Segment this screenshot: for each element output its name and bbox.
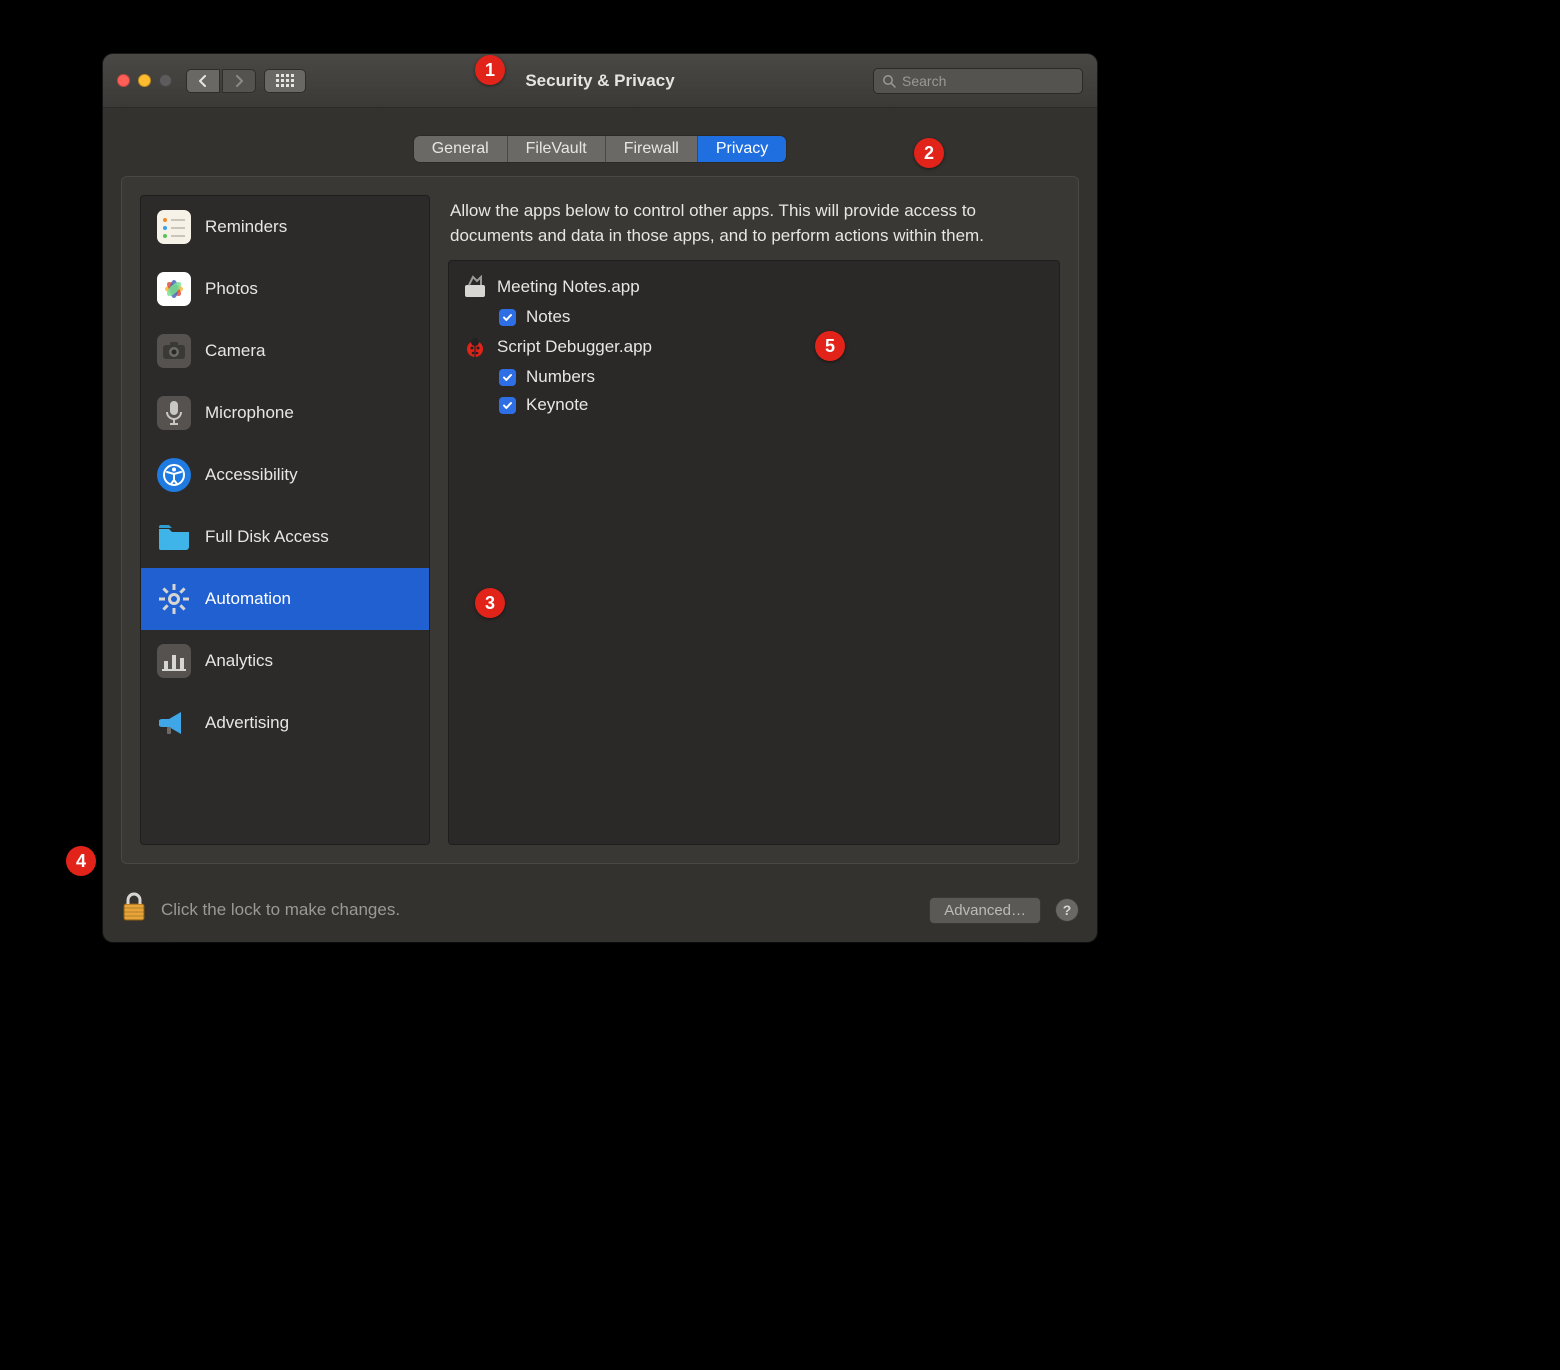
permission-row[interactable]: Keynote [463, 391, 1045, 419]
panel-description: Allow the apps below to control other ap… [448, 195, 1060, 248]
sidebar-item-camera[interactable]: Camera [141, 320, 429, 382]
lock-icon[interactable] [121, 892, 147, 929]
search-input[interactable] [902, 73, 1074, 89]
script-app-icon [463, 275, 487, 299]
app-permission-list[interactable]: Meeting Notes.app Notes Script Debugger.ap… [448, 260, 1060, 845]
search-field[interactable] [873, 68, 1083, 94]
permission-label: Keynote [526, 395, 588, 415]
annotation-badge: 3 [475, 588, 505, 618]
permission-row[interactable]: Numbers [463, 363, 1045, 391]
tab-privacy[interactable]: Privacy [698, 136, 786, 162]
sidebar-item-label: Advertising [205, 713, 289, 733]
permission-row[interactable]: Notes [463, 303, 1045, 331]
sidebar-item-label: Full Disk Access [205, 527, 329, 547]
checkbox[interactable] [499, 397, 516, 414]
sidebar-item-microphone[interactable]: Microphone [141, 382, 429, 444]
nav-buttons [186, 69, 256, 93]
titlebar: Security & Privacy [103, 54, 1097, 108]
help-button[interactable]: ? [1055, 898, 1079, 922]
tab-general[interactable]: General [414, 136, 508, 162]
app-row: Meeting Notes.app [463, 271, 1045, 303]
ladybug-icon [463, 335, 487, 359]
forward-button[interactable] [222, 69, 256, 93]
minimize-window-button[interactable] [138, 74, 151, 87]
sidebar-item-reminders[interactable]: Reminders [141, 196, 429, 258]
annotation-badge: 2 [914, 138, 944, 168]
preferences-window: Security & Privacy GeneralFileVaultFirew… [103, 54, 1097, 942]
privacy-category-list[interactable]: Reminders Photos Camera Microphone Accessibi… [140, 195, 430, 845]
sidebar-item-automation[interactable]: Automation [141, 568, 429, 630]
permission-label: Numbers [526, 367, 595, 387]
accessibility-icon [157, 458, 191, 492]
close-window-button[interactable] [117, 74, 130, 87]
grid-icon [276, 74, 294, 87]
sidebar-item-label: Accessibility [205, 465, 298, 485]
automation-panel: Allow the apps below to control other ap… [448, 195, 1060, 845]
app-name: Meeting Notes.app [497, 277, 640, 297]
sidebar-item-label: Photos [205, 279, 258, 299]
sidebar-item-label: Analytics [205, 651, 273, 671]
megaphone-icon [157, 706, 191, 740]
sidebar-item-analytics[interactable]: Analytics [141, 630, 429, 692]
zoom-window-button[interactable] [159, 74, 172, 87]
show-all-button[interactable] [264, 69, 306, 93]
permission-label: Notes [526, 307, 570, 327]
sidebar-item-photos[interactable]: Photos [141, 258, 429, 320]
app-row: Script Debugger.app [463, 331, 1045, 363]
search-icon [882, 74, 896, 88]
gear-icon [157, 582, 191, 616]
footer: Click the lock to make changes. Advanced… [103, 878, 1097, 942]
annotation-badge: 4 [66, 846, 96, 876]
sidebar-item-full-disk-access[interactable]: Full Disk Access [141, 506, 429, 568]
folder-icon [157, 520, 191, 554]
tab-filevault[interactable]: FileVault [508, 136, 606, 162]
sidebar-item-advertising[interactable]: Advertising [141, 692, 429, 754]
lock-hint-text: Click the lock to make changes. [161, 900, 400, 920]
photos-icon [157, 272, 191, 306]
tab-bar: GeneralFileVaultFirewallPrivacy [103, 108, 1097, 170]
app-name: Script Debugger.app [497, 337, 652, 357]
sidebar-item-label: Reminders [205, 217, 287, 237]
camera-icon [157, 334, 191, 368]
microphone-icon [157, 396, 191, 430]
advanced-button[interactable]: Advanced… [929, 897, 1041, 924]
content-frame: Reminders Photos Camera Microphone Accessibi… [121, 176, 1079, 864]
back-button[interactable] [186, 69, 220, 93]
reminders-icon [157, 210, 191, 244]
checkbox[interactable] [499, 309, 516, 326]
checkbox[interactable] [499, 369, 516, 386]
sidebar-item-accessibility[interactable]: Accessibility [141, 444, 429, 506]
sidebar-item-label: Automation [205, 589, 291, 609]
annotation-badge: 5 [815, 331, 845, 361]
analytics-icon [157, 644, 191, 678]
sidebar-item-label: Microphone [205, 403, 294, 423]
sidebar-item-label: Camera [205, 341, 265, 361]
annotation-badge: 1 [475, 55, 505, 85]
tab-firewall[interactable]: Firewall [606, 136, 698, 162]
window-controls [117, 74, 172, 87]
